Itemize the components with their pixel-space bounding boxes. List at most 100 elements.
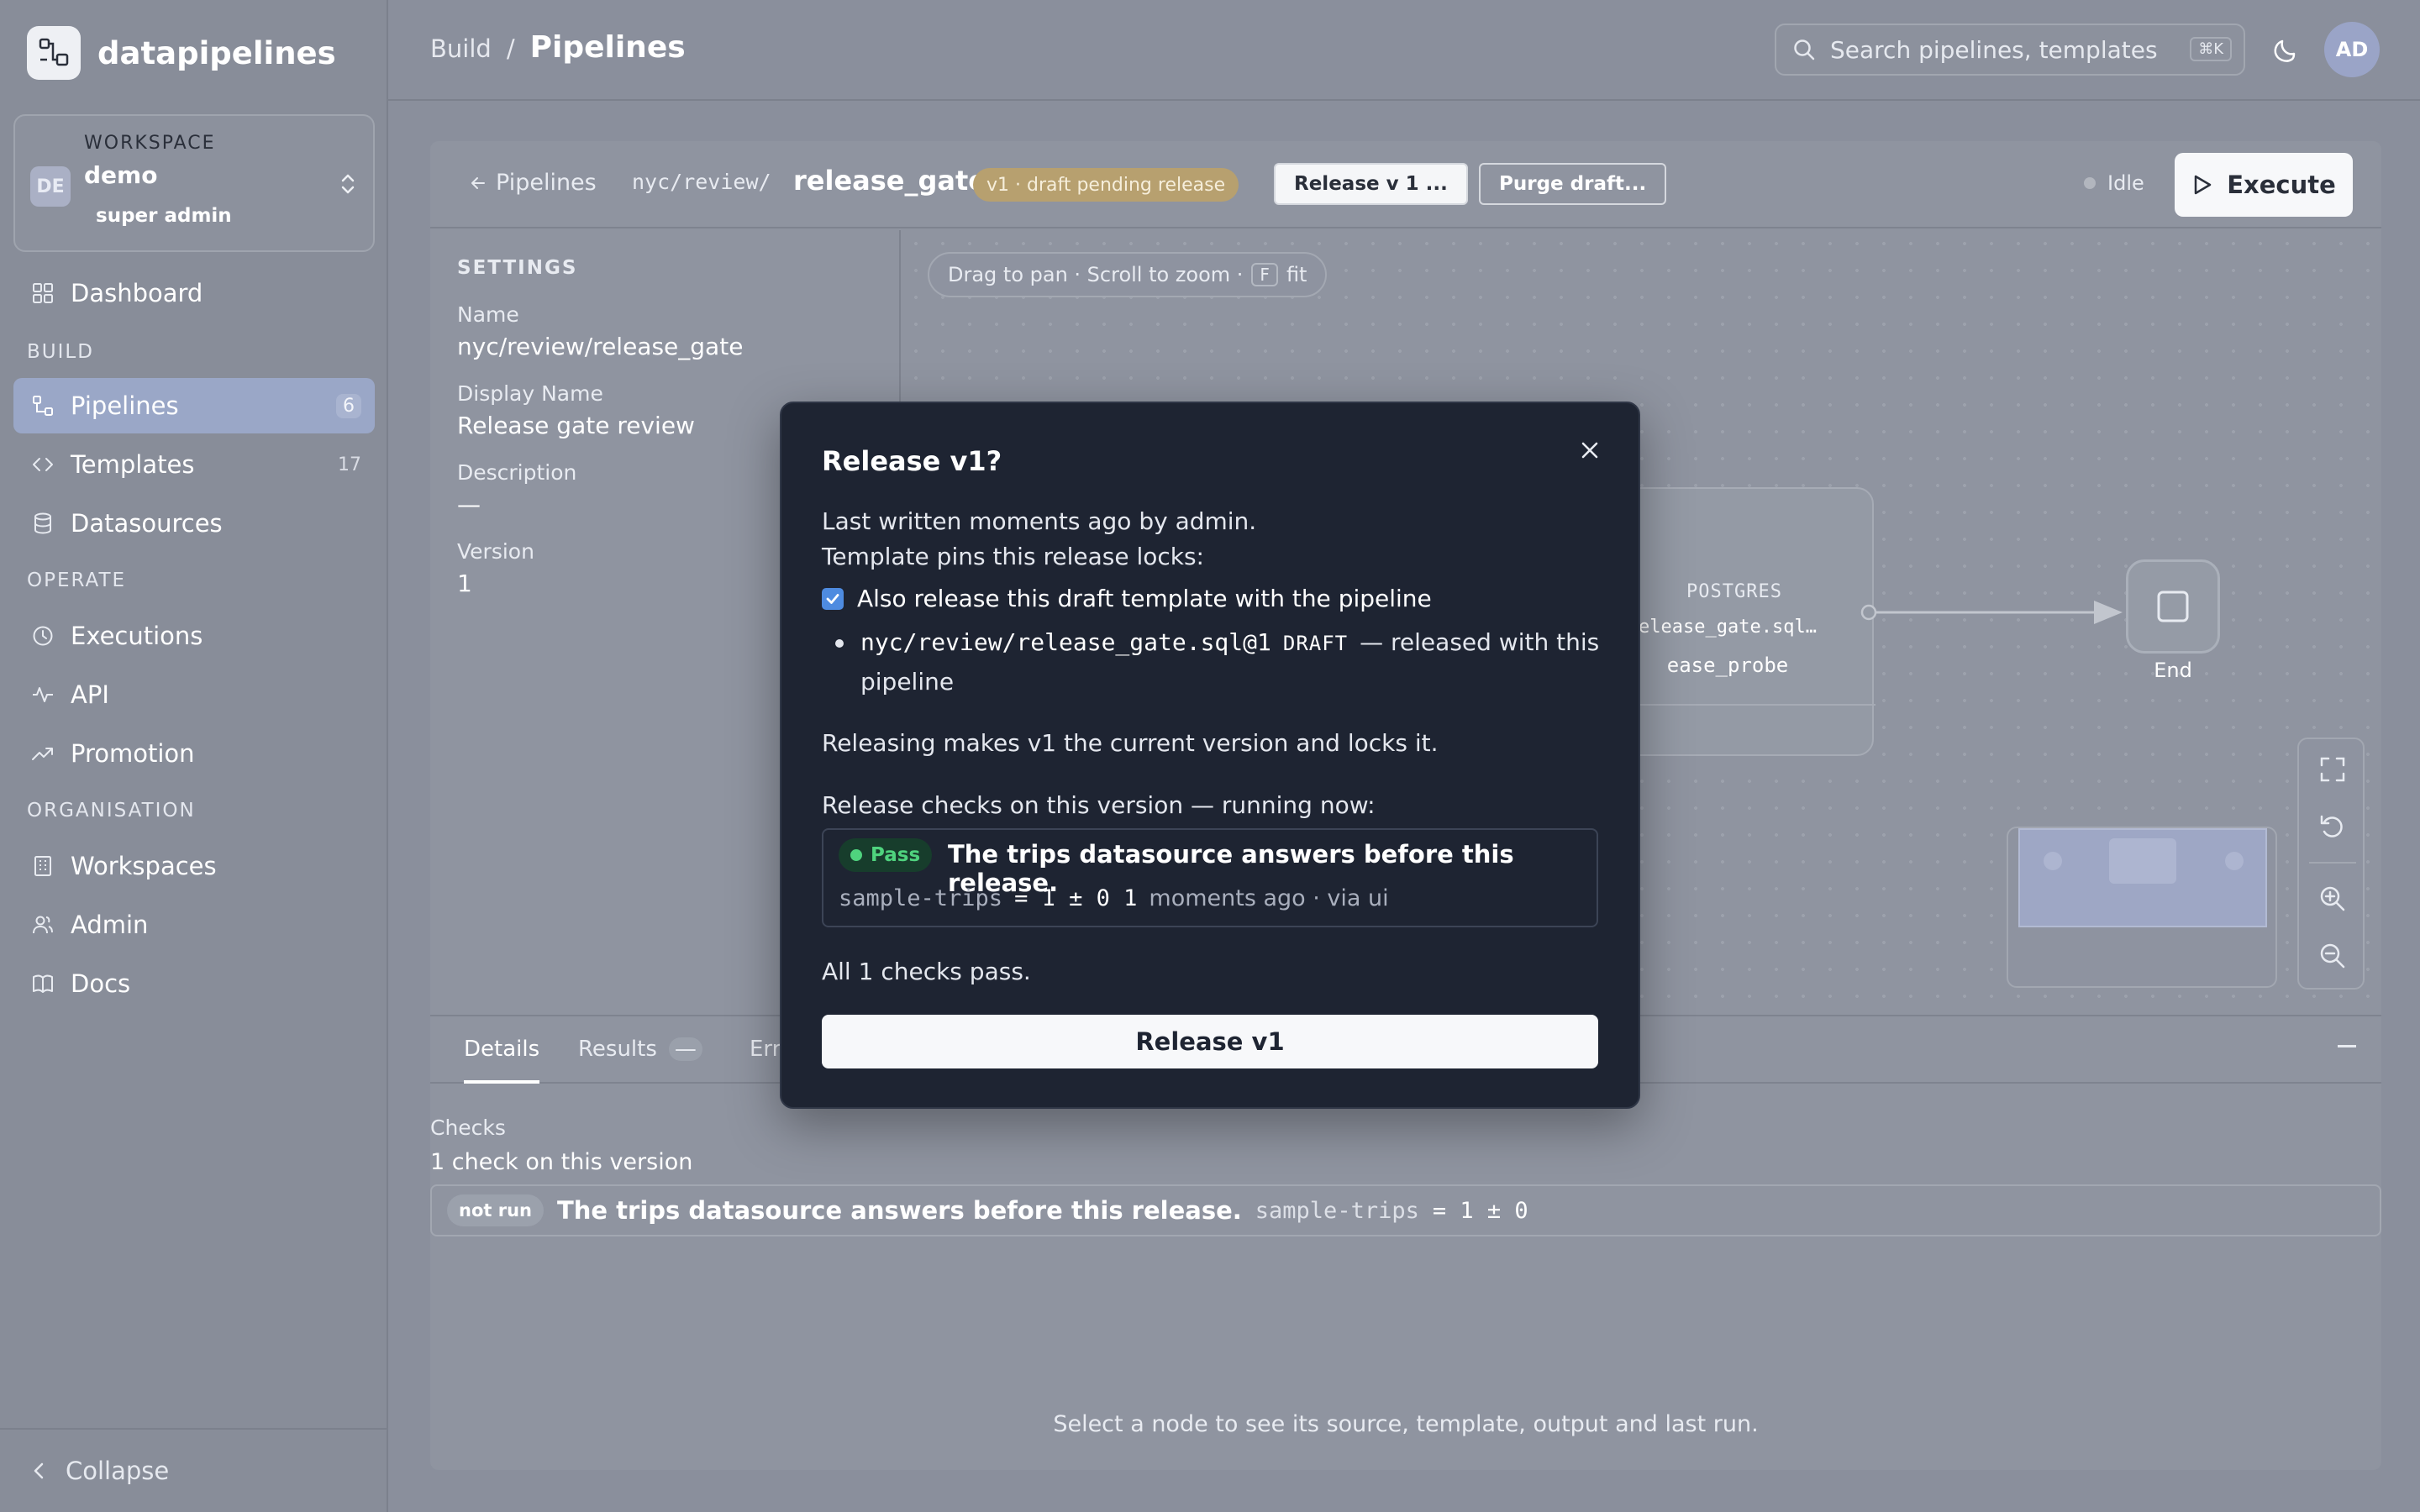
- hint-fit: fit: [1286, 263, 1307, 286]
- end-node[interactable]: [2126, 559, 2220, 654]
- minimap[interactable]: [2007, 827, 2277, 988]
- results-count-badge: —: [668, 1037, 702, 1062]
- check-description: The trips datasource answers before this…: [556, 1196, 1242, 1225]
- check-expression: = 1 ± 0: [1432, 1197, 1528, 1224]
- search-box[interactable]: Search pipelines, templates, d ⌘K: [1775, 24, 2245, 76]
- pass-dot: [850, 849, 862, 861]
- section-operate: OPERATE: [27, 570, 127, 591]
- stop-icon: [2155, 589, 2191, 624]
- sidebar-item-pipelines[interactable]: Pipelines 6: [13, 378, 375, 433]
- sidebar-item-executions[interactable]: Executions: [13, 608, 375, 664]
- minimap-node: [2109, 838, 2176, 884]
- template-pin: nyc/review/release_gate.sql@1: [860, 628, 1271, 656]
- minimap-node: [2044, 852, 2062, 870]
- pass-badge: Pass: [839, 838, 933, 872]
- template-note: — released with this: [1360, 628, 1600, 656]
- search-input[interactable]: Search pipelines, templates, d: [1830, 36, 2158, 64]
- workspace-name: demo: [84, 161, 158, 189]
- tab-errors[interactable]: Err: [750, 1037, 781, 1062]
- chevron-up-down-icon: [338, 170, 358, 198]
- pass-label: Pass: [871, 844, 921, 866]
- fit-view-icon[interactable]: [2317, 754, 2348, 785]
- activity-icon: [30, 682, 55, 707]
- tab-label: Results: [578, 1037, 657, 1062]
- edge-arrow: [1860, 601, 2123, 624]
- sidebar-item-label: Templates: [71, 450, 195, 479]
- sidebar-item-docs[interactable]: Docs: [13, 956, 375, 1011]
- close-icon[interactable]: [1573, 433, 1607, 467]
- collapse-button[interactable]: Collapse: [0, 1428, 388, 1512]
- display-name-value[interactable]: Release gate review: [457, 412, 695, 439]
- search-shortcut: ⌘K: [2190, 37, 2232, 61]
- template-pin-item: nyc/review/release_gate.sql@1 DRAFT — rele…: [835, 623, 1608, 701]
- sidebar-item-label: Executions: [71, 622, 203, 650]
- back-label: Pipelines: [496, 170, 597, 196]
- release-dialog: Release v1? Last written moments ago by …: [780, 402, 1640, 1109]
- workspace-switcher[interactable]: WORKSPACE DE demo super admin: [13, 114, 375, 252]
- tab-details[interactable]: Details: [464, 1037, 539, 1062]
- pipeline-icon: [30, 393, 55, 418]
- zoom-out-icon[interactable]: [2317, 941, 2348, 971]
- minimize-panel-icon[interactable]: [2338, 1045, 2356, 1047]
- sidebar-item-label: Dashboard: [71, 279, 203, 307]
- pipeline-path: nyc/review/: [632, 170, 771, 194]
- display-name-label: Display Name: [457, 381, 603, 406]
- template-state: DRAFT: [1282, 632, 1349, 655]
- section-build: BUILD: [27, 341, 94, 363]
- name-value[interactable]: nyc/review/release_gate: [457, 333, 743, 360]
- sidebar-item-label: Docs: [71, 969, 131, 998]
- sidebar-item-dashboard[interactable]: Dashboard: [13, 265, 375, 321]
- confirm-release-button[interactable]: Release v1: [822, 1015, 1598, 1068]
- count-badge: 17: [338, 454, 361, 475]
- bullet-dot: [835, 639, 844, 648]
- description-value[interactable]: —: [457, 491, 481, 518]
- users-icon: [30, 912, 55, 937]
- user-avatar[interactable]: AD: [2324, 22, 2380, 77]
- name-label: Name: [457, 302, 519, 327]
- check-datasource: sample-trips: [839, 885, 1003, 911]
- zoom-controls: [2297, 738, 2365, 990]
- app-logo-icon: [27, 26, 81, 80]
- sidebar-item-admin[interactable]: Admin: [13, 897, 375, 953]
- sidebar-item-api[interactable]: API: [13, 667, 375, 722]
- building-icon: [30, 853, 55, 879]
- pipeline-toolbar: Pipelines nyc/review/ release_gate v1 · …: [430, 141, 2381, 228]
- sidebar-item-label: Workspaces: [71, 852, 217, 880]
- reset-view-icon[interactable]: [2317, 811, 2348, 842]
- arrow-left-icon: [469, 174, 487, 192]
- purge-draft-button[interactable]: Purge draft...: [1479, 163, 1667, 205]
- check-row[interactable]: not run The trips datasource answers bef…: [430, 1184, 2381, 1236]
- code-icon: [30, 452, 55, 477]
- chevron-left-icon: [30, 1461, 47, 1481]
- collapse-label: Collapse: [66, 1457, 170, 1485]
- pipeline-name: release_gate: [793, 165, 986, 197]
- template-pins-text: Template pins this release locks:: [822, 543, 1204, 570]
- topbar: Build / Pipelines Search pipelines, temp…: [388, 0, 2420, 101]
- brand[interactable]: datapipelines: [27, 25, 336, 81]
- zoom-separator: [2309, 862, 2356, 864]
- release-button[interactable]: Release v 1 ...: [1274, 163, 1468, 205]
- release-template-checkbox[interactable]: [822, 587, 844, 610]
- release-template-option[interactable]: Also release this draft template with th…: [822, 585, 1432, 612]
- canvas-hint: Drag to pan · Scroll to zoom · F fit: [928, 252, 1328, 297]
- workspace-label: WORKSPACE: [84, 133, 216, 154]
- breadcrumb-build[interactable]: Build: [430, 34, 492, 63]
- workspace-role: super admin: [96, 205, 232, 227]
- tab-results[interactable]: Results —: [578, 1037, 702, 1062]
- back-to-pipelines-link[interactable]: Pipelines: [469, 170, 597, 196]
- check-meta: moments ago · via ui: [1149, 885, 1389, 911]
- execute-button[interactable]: Execute: [2175, 153, 2353, 217]
- template-note-cont: pipeline: [860, 668, 955, 696]
- status-dot: [2084, 177, 2096, 189]
- checks-heading: Checks: [430, 1116, 506, 1140]
- zoom-in-icon[interactable]: [2317, 884, 2348, 914]
- grid-icon: [30, 281, 55, 306]
- sidebar-item-promotion[interactable]: Promotion: [13, 726, 375, 781]
- sidebar-item-templates[interactable]: Templates 17: [13, 437, 375, 492]
- checks-running-text: Release checks on this version — running…: [822, 791, 1376, 819]
- sidebar-item-workspaces[interactable]: Workspaces: [13, 838, 375, 894]
- moon-icon[interactable]: [2269, 32, 2304, 67]
- play-icon: [2191, 173, 2213, 197]
- checkbox-label: Also release this draft template with th…: [857, 585, 1432, 612]
- sidebar-item-datasources[interactable]: Datasources: [13, 496, 375, 551]
